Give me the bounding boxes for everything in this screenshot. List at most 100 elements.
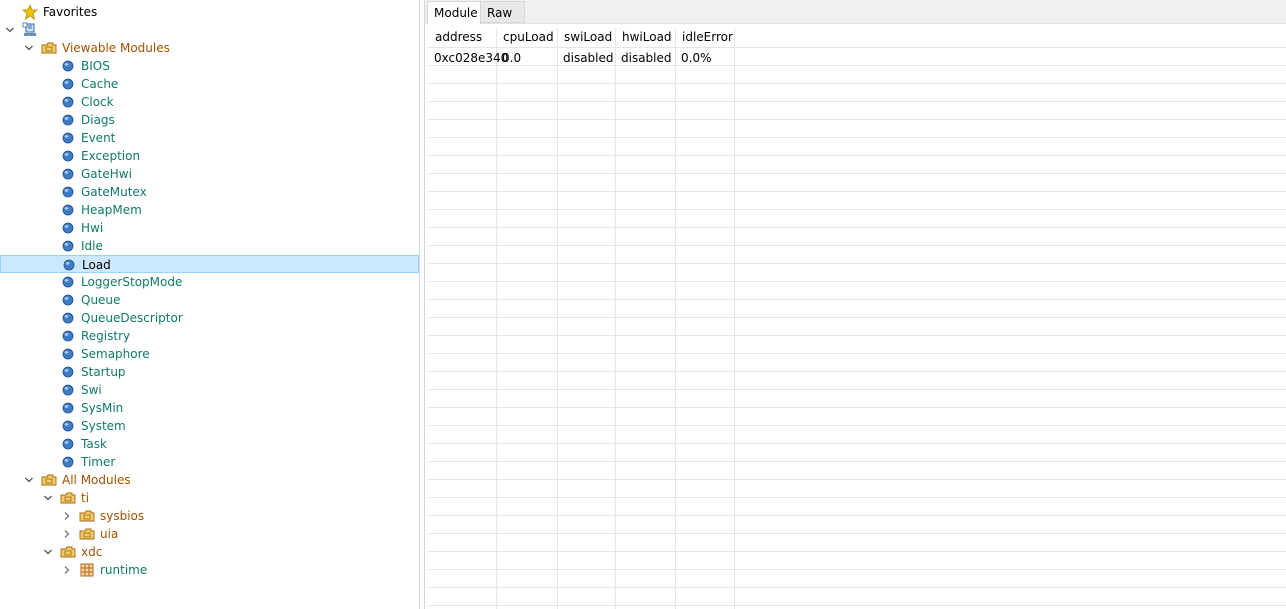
tree-item-module[interactable]: Startup bbox=[0, 363, 419, 381]
tree-item-label: System bbox=[81, 419, 126, 433]
tree-item-module[interactable]: Diags bbox=[0, 111, 419, 129]
tree-item-label: Task bbox=[81, 437, 107, 451]
tree-item-module[interactable]: QueueDescriptor bbox=[0, 309, 419, 327]
table-cell[interactable]: 0xc028e340 bbox=[434, 49, 508, 67]
tree-item-label: Favorites bbox=[43, 5, 98, 19]
row-divider bbox=[428, 191, 1286, 192]
row-divider bbox=[428, 425, 1286, 426]
module-bullet-icon bbox=[60, 148, 76, 164]
table-cell[interactable]: 0.0 bbox=[502, 49, 521, 67]
row-divider bbox=[428, 299, 1286, 300]
tree-item-module[interactable]: Hwi bbox=[0, 219, 419, 237]
table-cell[interactable]: disabled bbox=[621, 49, 672, 67]
row-divider bbox=[428, 479, 1286, 480]
row-divider bbox=[428, 317, 1286, 318]
tree-item-label: GateHwi bbox=[81, 167, 132, 181]
tree-item-ti[interactable]: ti bbox=[0, 489, 419, 507]
chevron-right-icon[interactable] bbox=[61, 507, 73, 525]
tree-item-favorites[interactable]: Favorites bbox=[0, 3, 419, 21]
tree-item-viewable-modules[interactable]: Viewable Modules bbox=[0, 39, 419, 57]
chevron-down-icon[interactable] bbox=[42, 489, 54, 507]
tree-item-label: ti bbox=[81, 491, 90, 505]
tree-item-module[interactable]: Timer bbox=[0, 453, 419, 471]
column-header[interactable]: hwiLoad bbox=[622, 28, 672, 46]
tree-item-module[interactable]: Clock bbox=[0, 93, 419, 111]
star-icon bbox=[21, 3, 39, 20]
module-bullet-icon bbox=[60, 184, 76, 200]
column-header[interactable]: address bbox=[435, 28, 482, 46]
tree-item-module[interactable]: Swi bbox=[0, 381, 419, 399]
column-header[interactable]: swiLoad bbox=[564, 28, 612, 46]
tab-module[interactable]: Module bbox=[427, 1, 481, 24]
tree-item-xdc[interactable]: xdc bbox=[0, 543, 419, 561]
tree-item-module[interactable]: Semaphore bbox=[0, 345, 419, 363]
module-bullet-icon bbox=[60, 58, 76, 74]
table-cell[interactable]: disabled bbox=[563, 49, 614, 67]
column-divider bbox=[557, 28, 558, 609]
tree-item-module[interactable]: Cache bbox=[0, 75, 419, 93]
tree-item-sysbios[interactable]: sysbios bbox=[0, 507, 419, 525]
column-divider bbox=[496, 28, 497, 609]
row-divider bbox=[428, 443, 1286, 444]
column-header[interactable]: cpuLoad bbox=[503, 28, 554, 46]
row-divider bbox=[428, 533, 1286, 534]
chevron-down-icon[interactable] bbox=[42, 543, 54, 561]
tree-item-module[interactable]: GateHwi bbox=[0, 165, 419, 183]
tree-item-label: uia bbox=[100, 527, 119, 541]
package-folder-icon bbox=[41, 40, 57, 56]
chevron-down-icon[interactable] bbox=[4, 21, 16, 39]
table-cell[interactable]: 0.0% bbox=[681, 49, 712, 67]
module-bullet-icon bbox=[60, 274, 76, 290]
column-header[interactable]: idleError bbox=[682, 28, 733, 46]
tree-item-runtime[interactable]: runtime bbox=[0, 561, 419, 579]
tree-item-label: Queue bbox=[81, 293, 121, 307]
tree-item-module[interactable]: Load bbox=[0, 255, 419, 273]
tree-item-module[interactable]: System bbox=[0, 417, 419, 435]
tree-item-module[interactable]: Registry bbox=[0, 327, 419, 345]
module-bullet-icon bbox=[60, 292, 76, 308]
tree-item-label: Viewable Modules bbox=[62, 41, 170, 55]
tree-item-module[interactable]: SysMin bbox=[0, 399, 419, 417]
tree-item-label: Clock bbox=[81, 95, 114, 109]
module-bullet-icon bbox=[60, 202, 76, 218]
module-bullet-icon bbox=[60, 454, 76, 470]
tree-item-module[interactable]: Queue bbox=[0, 291, 419, 309]
tree-item-module[interactable]: Idle bbox=[0, 237, 419, 255]
column-divider bbox=[675, 28, 676, 609]
module-bullet-icon bbox=[60, 328, 76, 344]
tree-item-label: SysMin bbox=[81, 401, 124, 415]
row-divider bbox=[428, 335, 1286, 336]
tree-item-module[interactable]: LoggerStopMode bbox=[0, 273, 419, 291]
module-bullet-icon bbox=[60, 94, 76, 110]
module-view-panel: Module Raw address cpuLoad swiLoad hwiLoad i… bbox=[424, 0, 1286, 609]
row-divider bbox=[428, 209, 1286, 210]
module-bullet-icon bbox=[60, 346, 76, 362]
tab-raw[interactable]: Raw bbox=[481, 1, 525, 23]
chevron-down-icon[interactable] bbox=[23, 39, 35, 57]
module-bullet-icon bbox=[60, 364, 76, 380]
tree-item-uia[interactable]: uia bbox=[0, 525, 419, 543]
row-divider bbox=[428, 461, 1286, 462]
tree-item-module[interactable]: Exception bbox=[0, 147, 419, 165]
tree-item-label: xdc bbox=[81, 545, 103, 559]
module-bullet-icon bbox=[60, 220, 76, 236]
tree-item-all-modules[interactable]: All Modules bbox=[0, 471, 419, 489]
tree-item-module[interactable]: Event bbox=[0, 129, 419, 147]
tree-item-root[interactable] bbox=[0, 21, 419, 39]
chevron-down-icon[interactable] bbox=[23, 471, 35, 489]
module-bullet-icon bbox=[60, 382, 76, 398]
tree-item-label: Semaphore bbox=[81, 347, 150, 361]
row-divider bbox=[428, 353, 1286, 354]
tree-item-module[interactable]: BIOS bbox=[0, 57, 419, 75]
tree-item-module[interactable]: Task bbox=[0, 435, 419, 453]
row-divider bbox=[428, 263, 1286, 264]
chevron-right-icon[interactable] bbox=[61, 561, 73, 579]
tree-item-module[interactable]: GateMutex bbox=[0, 183, 419, 201]
row-divider bbox=[428, 551, 1286, 552]
module-bullet-icon bbox=[60, 310, 76, 326]
tree-item-module[interactable]: HeapMem bbox=[0, 201, 419, 219]
package-folder-icon bbox=[60, 490, 76, 506]
chevron-right-icon[interactable] bbox=[61, 525, 73, 543]
module-bullet-icon bbox=[60, 112, 76, 128]
module-bullet-icon bbox=[61, 257, 77, 273]
